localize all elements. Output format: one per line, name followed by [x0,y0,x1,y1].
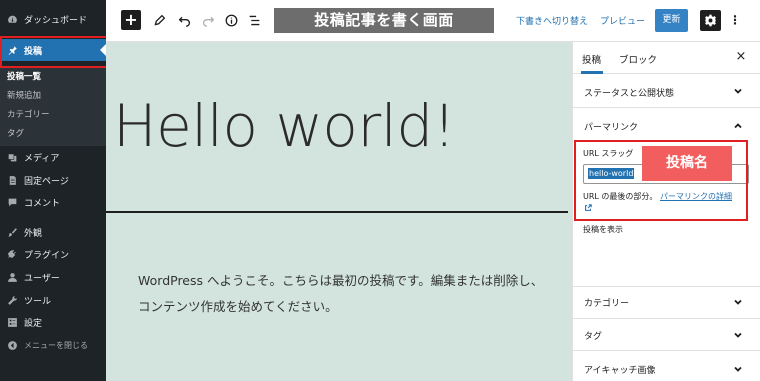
sidebar-item-label: プラグイン [24,250,70,261]
screen-caption-label: 投稿記事を書く画面 [274,8,494,33]
section-tags[interactable]: タグ [573,319,760,351]
sidebar-item-tools[interactable]: ツール [0,289,106,311]
section-title: アイキャッチ画像 [584,366,656,376]
chevron-down-icon [733,330,745,342]
chevron-down-icon [733,297,745,309]
sidebar-item-label: 外観 [24,228,43,239]
redo-icon[interactable] [200,12,216,28]
sidebar-item-label: メニューを閉じる [24,340,88,350]
post-title[interactable]: Hello world! [113,92,456,160]
more-options-button[interactable]: ⋮ [729,12,741,28]
sidebar-item-users[interactable]: ユーザー [0,266,106,288]
sidebar-item-appearance[interactable]: 外観 [0,221,106,243]
editor-canvas: Hello world! WordPress へようこそ。こちらは最初の投稿です… [106,42,572,381]
sidebar-item-label: 固定ページ [24,176,69,187]
submenu-all-posts[interactable]: 投稿一覧 [7,70,41,82]
page-icon [6,174,18,186]
tab-block[interactable]: ブロック [619,52,657,66]
section-title: カテゴリー [584,299,630,309]
gear-icon [705,14,716,27]
section-title: タグ [584,332,603,342]
sidebar-item-plugins[interactable]: プラグイン [0,243,106,265]
section-status-visibility[interactable]: ステータスと公開状態 [573,74,760,108]
annotation-box-posts-menu [0,36,115,68]
section-title[interactable]: パーマリンク [584,120,638,133]
plugin-icon [6,248,18,260]
posts-submenu: 投稿一覧 新規追加 カテゴリー タグ [0,66,106,146]
sidebar-item-settings[interactable]: 設定 [0,311,106,333]
sidebar-item-label: ダッシュボード [24,15,88,26]
section-categories[interactable]: カテゴリー [573,287,760,319]
preview-link[interactable]: プレビュー [600,14,645,27]
collapse-arrow-icon [6,339,18,351]
sidebar-item-label: メディア [24,153,60,164]
tab-post[interactable]: 投稿 [582,52,601,66]
chevron-down-icon [733,364,745,376]
add-block-button[interactable]: + [121,10,141,30]
sidebar-item-dashboard[interactable]: ダッシュボード [0,8,106,30]
sidebar-item-label: ユーザー [24,273,60,284]
view-post-link[interactable]: 投稿を表示 [583,224,623,235]
paintbrush-icon [6,226,18,238]
editor-toolbar: + 投稿記事を書く画面 下書きへ切り替え プレビュー 更新 ⋮ [106,0,760,42]
sidebar-item-label: 設定 [24,318,43,329]
annotation-box-slug [574,140,748,221]
sidebar-item-label: ツール [24,296,52,307]
section-title: ステータスと公開状態 [584,89,675,99]
settings-toggle-button[interactable] [700,10,721,31]
list-view-icon[interactable] [246,12,262,28]
chevron-down-icon [733,86,745,98]
switch-to-draft-link[interactable]: 下書きへ切り替え [516,14,588,27]
collapse-menu-button[interactable]: メニューを閉じる [0,334,106,356]
sidebar-item-media[interactable]: メディア [0,146,106,168]
submenu-add-new[interactable]: 新規追加 [7,89,41,101]
section-featured-image[interactable]: アイキャッチ画像 [573,351,760,381]
wrench-icon [6,294,18,306]
close-icon[interactable]: × [734,50,748,64]
title-divider [106,211,568,213]
post-body-paragraph[interactable]: WordPress へようこそ。こちらは最初の投稿です。編集または削除し、コンテ… [138,268,548,320]
sidebar-item-comments[interactable]: コメント [0,191,106,213]
submenu-categories[interactable]: カテゴリー [7,108,50,120]
undo-icon[interactable] [176,12,192,28]
chevron-up-icon[interactable] [733,121,745,133]
info-icon[interactable] [223,12,239,28]
user-icon [6,271,18,283]
media-icon [6,151,18,163]
dashboard-icon [6,13,18,25]
sidebar-item-label: コメント [24,198,61,209]
comment-icon [6,196,18,208]
update-button[interactable]: 更新 [655,9,688,32]
sidebar-item-pages[interactable]: 固定ページ [0,169,106,191]
pencil-icon[interactable] [151,12,167,28]
panel-tabs: 投稿 ブロック × [573,42,760,74]
settings-icon [6,316,18,328]
submenu-tags[interactable]: タグ [7,127,24,139]
